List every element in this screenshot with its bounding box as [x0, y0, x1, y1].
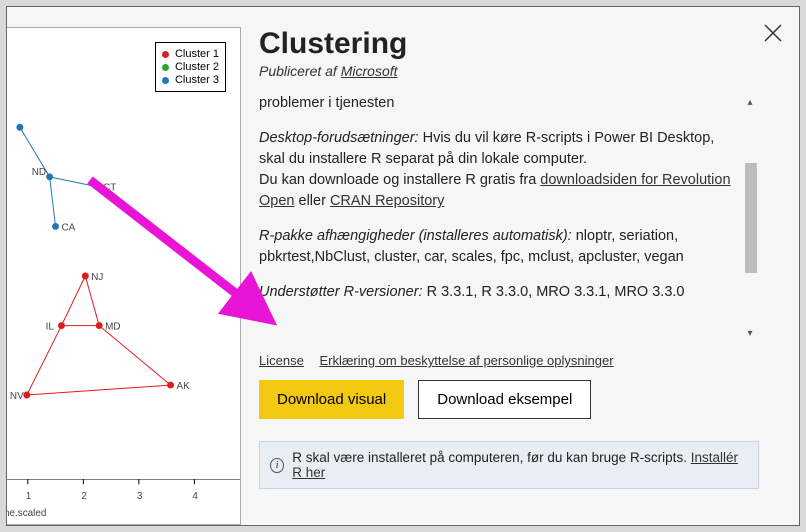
legend-item: Cluster 2 — [162, 61, 219, 73]
rpkg-heading: R-pakke afhængigheder (installeres autom… — [259, 228, 572, 244]
legend-item: Cluster 1 — [162, 48, 219, 60]
legal-links: License Erklæring om beskyttelse af pers… — [259, 353, 759, 368]
svg-text:NV: NV — [10, 391, 24, 402]
svg-text:1: 1 — [26, 491, 32, 502]
legend-label: Cluster 3 — [175, 74, 219, 86]
svg-text:AK: AK — [177, 381, 191, 392]
scroll-up-icon[interactable]: ▴ — [747, 97, 752, 108]
scrollbar[interactable]: ▴ ▾ — [741, 93, 759, 343]
publisher-link[interactable]: Microsoft — [341, 63, 398, 79]
svg-text:ND: ND — [32, 167, 46, 178]
svg-text:2: 2 — [81, 491, 87, 502]
x-axis-label: ne.scaled — [6, 508, 46, 519]
svg-text:MD: MD — [105, 322, 120, 333]
details-panel: Clustering Publiceret af Microsoft probl… — [241, 7, 799, 525]
desktop-heading: Desktop-forudsætninger: — [259, 130, 419, 146]
publisher-prefix: Publiceret af — [259, 63, 341, 79]
description-scroll-area: problemer i tjenesten Desktop-forudsætni… — [259, 93, 759, 343]
svg-text:3: 3 — [137, 491, 143, 502]
cran-link[interactable]: CRAN Repository — [330, 193, 444, 209]
visual-title: Clustering — [259, 27, 759, 61]
info-text: R skal være installeret på computeren, f… — [292, 450, 690, 465]
svg-text:4: 4 — [192, 491, 198, 502]
legend-item: Cluster 3 — [162, 74, 219, 86]
svg-text:NJ: NJ — [91, 272, 103, 283]
download-visual-button[interactable]: Download visual — [259, 380, 404, 419]
cluster-scatter-chart: ND CA CT NJ IL MD NV AK 1 2 3 4 ne.scale… — [6, 28, 240, 524]
info-banner: i R skal være installeret på computeren,… — [259, 441, 759, 489]
svg-text:CT: CT — [103, 183, 116, 194]
chart-preview: ND CA CT NJ IL MD NV AK 1 2 3 4 ne.scale… — [6, 27, 241, 525]
scroll-thumb[interactable] — [745, 163, 757, 273]
download-sample-button[interactable]: Download eksempel — [418, 380, 591, 419]
svg-text:CA: CA — [61, 222, 75, 233]
legend-dot-icon — [162, 64, 169, 71]
action-buttons: Download visual Download eksempel — [259, 380, 759, 419]
close-icon — [761, 21, 785, 45]
license-link[interactable]: License — [259, 353, 304, 368]
chart-legend: Cluster 1 Cluster 2 Cluster 3 — [155, 42, 226, 92]
legend-label: Cluster 1 — [175, 48, 219, 60]
scroll-down-icon[interactable]: ▾ — [747, 328, 752, 339]
publisher-line: Publiceret af Microsoft — [259, 63, 759, 79]
legend-dot-icon — [162, 77, 169, 84]
modal-dialog: ND CA CT NJ IL MD NV AK 1 2 3 4 ne.scale… — [6, 6, 800, 526]
close-button[interactable] — [761, 21, 785, 45]
description-text[interactable]: problemer i tjenesten Desktop-forudsætni… — [259, 93, 759, 343]
info-icon: i — [270, 458, 284, 473]
privacy-link[interactable]: Erklæring om beskyttelse af personlige o… — [319, 353, 613, 368]
svg-text:IL: IL — [46, 322, 55, 333]
rver-heading: Understøtter R-versioner: — [259, 284, 423, 300]
legend-label: Cluster 2 — [175, 61, 219, 73]
legend-dot-icon — [162, 51, 169, 58]
